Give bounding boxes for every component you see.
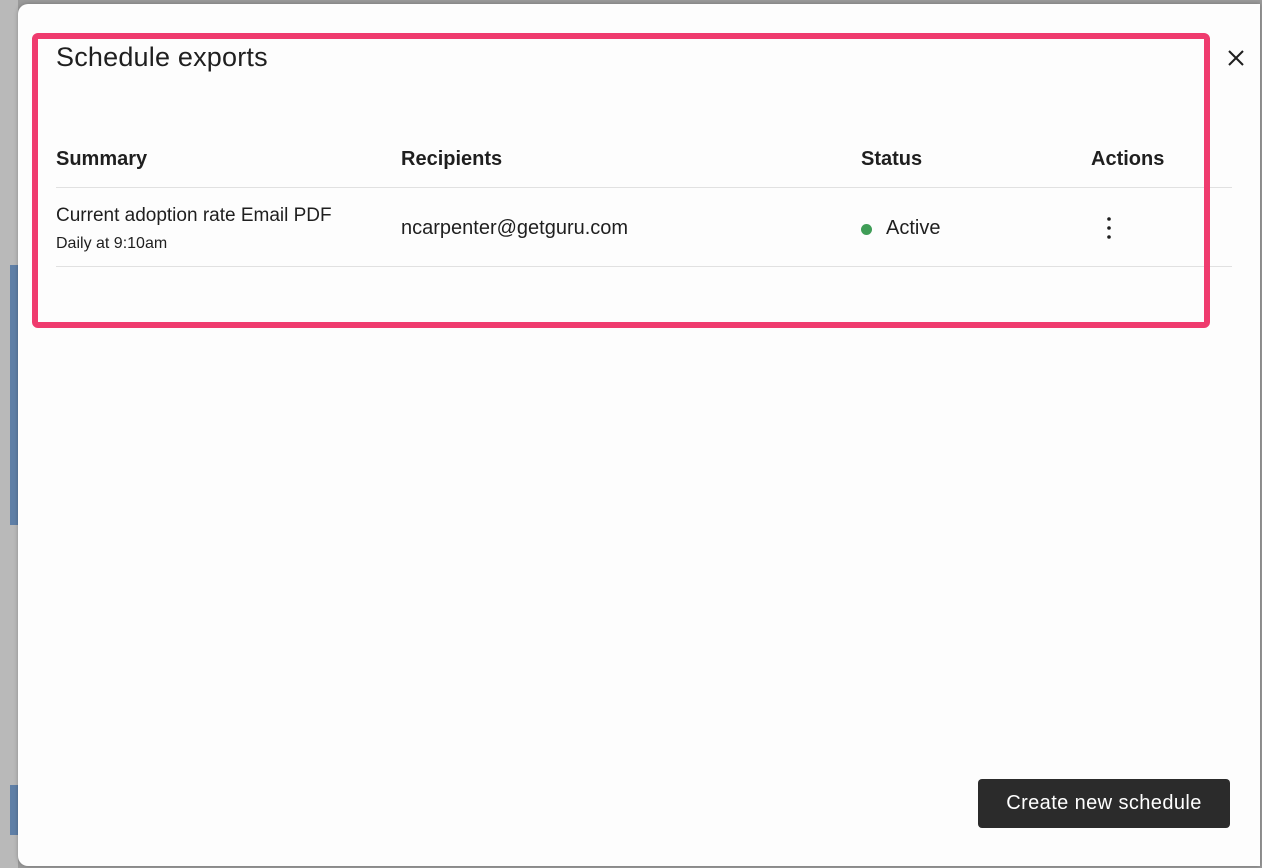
modal-title: Schedule exports [56,42,268,72]
background-panel [10,265,18,525]
column-header-recipients: Recipients [401,148,503,170]
column-header-status: Status [861,148,923,170]
table-row: Current adoption rate Email PDF Daily at… [56,188,1232,267]
status-dot-icon [861,224,872,235]
row-actions-button[interactable] [1096,212,1122,244]
close-icon [1228,50,1244,66]
background-page-strip [0,0,18,868]
schedules-table: Summary Recipients Status Actions Curren… [56,132,1232,267]
create-new-schedule-button[interactable]: Create new schedule [978,779,1230,828]
schedule-frequency: Daily at 9:10am [56,235,168,252]
schedule-recipients: ncarpenter@getguru.com [401,217,629,239]
more-vertical-icon [1107,217,1111,239]
column-header-summary: Summary [56,148,148,170]
table-header: Summary Recipients Status Actions [56,132,1232,188]
background-panel [10,785,18,835]
column-header-actions: Actions [1091,148,1165,170]
status-badge: Active [861,217,940,240]
schedule-exports-modal: Schedule exports Summary Recipients Stat… [18,4,1260,866]
status-label: Active [886,217,941,239]
schedule-summary: Current adoption rate Email PDF [56,205,332,226]
close-button[interactable] [1222,44,1250,72]
